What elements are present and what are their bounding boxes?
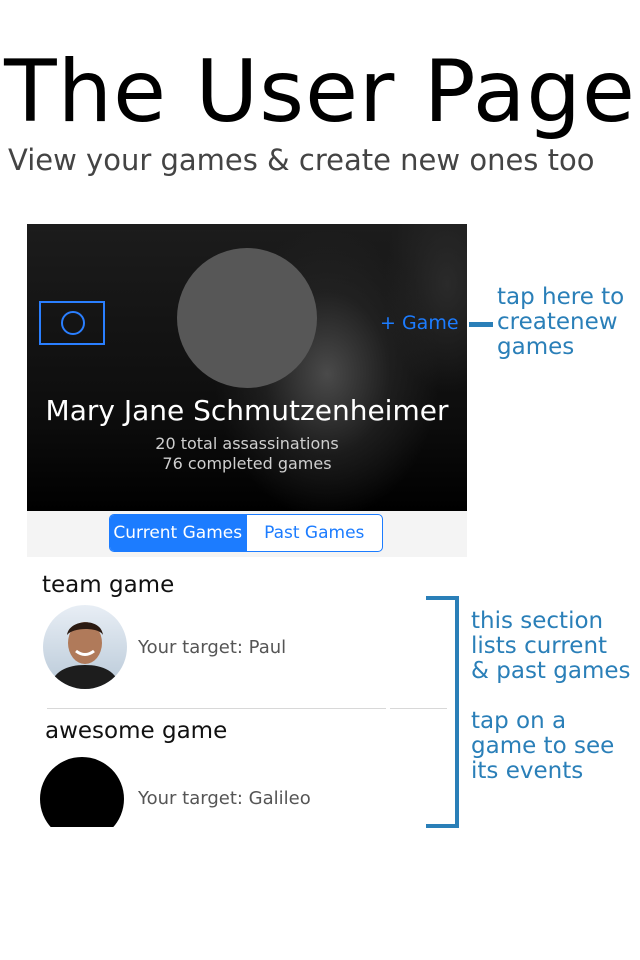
target-label: Your target: Galileo bbox=[138, 788, 311, 809]
tab-past-games[interactable]: Past Games bbox=[245, 515, 383, 551]
camera-icon bbox=[61, 311, 85, 335]
list-annotation: this section lists current & past games bbox=[471, 609, 630, 684]
annotation-line: createnew bbox=[497, 309, 618, 335]
annotation-line: tap on a bbox=[471, 708, 567, 734]
user-name: Mary Jane Schmutzenheimer bbox=[45, 394, 449, 427]
game-item-awesome[interactable]: awesome game Your target: Galileo bbox=[27, 712, 447, 827]
target-photo-icon bbox=[43, 605, 127, 689]
page-subheading: View your games & create new ones too bbox=[8, 143, 595, 177]
target-avatar bbox=[40, 757, 124, 827]
completed-games-stat: 76 completed games bbox=[162, 454, 332, 473]
page-heading: The User Page bbox=[4, 42, 636, 142]
game-title: awesome game bbox=[45, 718, 228, 744]
target-avatar bbox=[43, 605, 127, 689]
list-divider bbox=[47, 708, 386, 709]
annotation-line: & past games bbox=[471, 658, 631, 684]
list-divider bbox=[390, 708, 447, 709]
annotation-line: game to see bbox=[471, 733, 615, 759]
annotation-line: lists current bbox=[471, 633, 608, 659]
profile-avatar[interactable] bbox=[177, 248, 317, 388]
annotation-line: tap here to bbox=[497, 284, 625, 310]
annotation-line: games bbox=[497, 334, 575, 360]
annotation-bracket bbox=[455, 596, 459, 828]
game-title: team game bbox=[42, 572, 175, 598]
target-label: Your target: Paul bbox=[138, 637, 287, 658]
annotation-line: its events bbox=[471, 758, 584, 784]
annotation-line: this section bbox=[471, 608, 604, 634]
add-game-annotation: tap here to createnew games bbox=[497, 285, 624, 360]
segmented-control: Current Games Past Games bbox=[109, 514, 383, 552]
add-game-button[interactable]: + Game bbox=[380, 312, 459, 334]
annotation-bracket bbox=[426, 824, 459, 828]
profile-header: + Game Mary Jane Schmutzenheimer 20 tota… bbox=[27, 224, 467, 511]
tap-annotation: tap on a game to see its events bbox=[471, 709, 614, 784]
assassinations-stat: 20 total assassinations bbox=[155, 434, 339, 453]
tab-current-games[interactable]: Current Games bbox=[110, 515, 246, 551]
camera-button[interactable] bbox=[39, 301, 105, 345]
game-item-team[interactable]: team game Your target: Paul bbox=[27, 565, 447, 710]
annotation-connector bbox=[469, 322, 493, 327]
tab-bar: Current Games Past Games bbox=[27, 511, 467, 557]
